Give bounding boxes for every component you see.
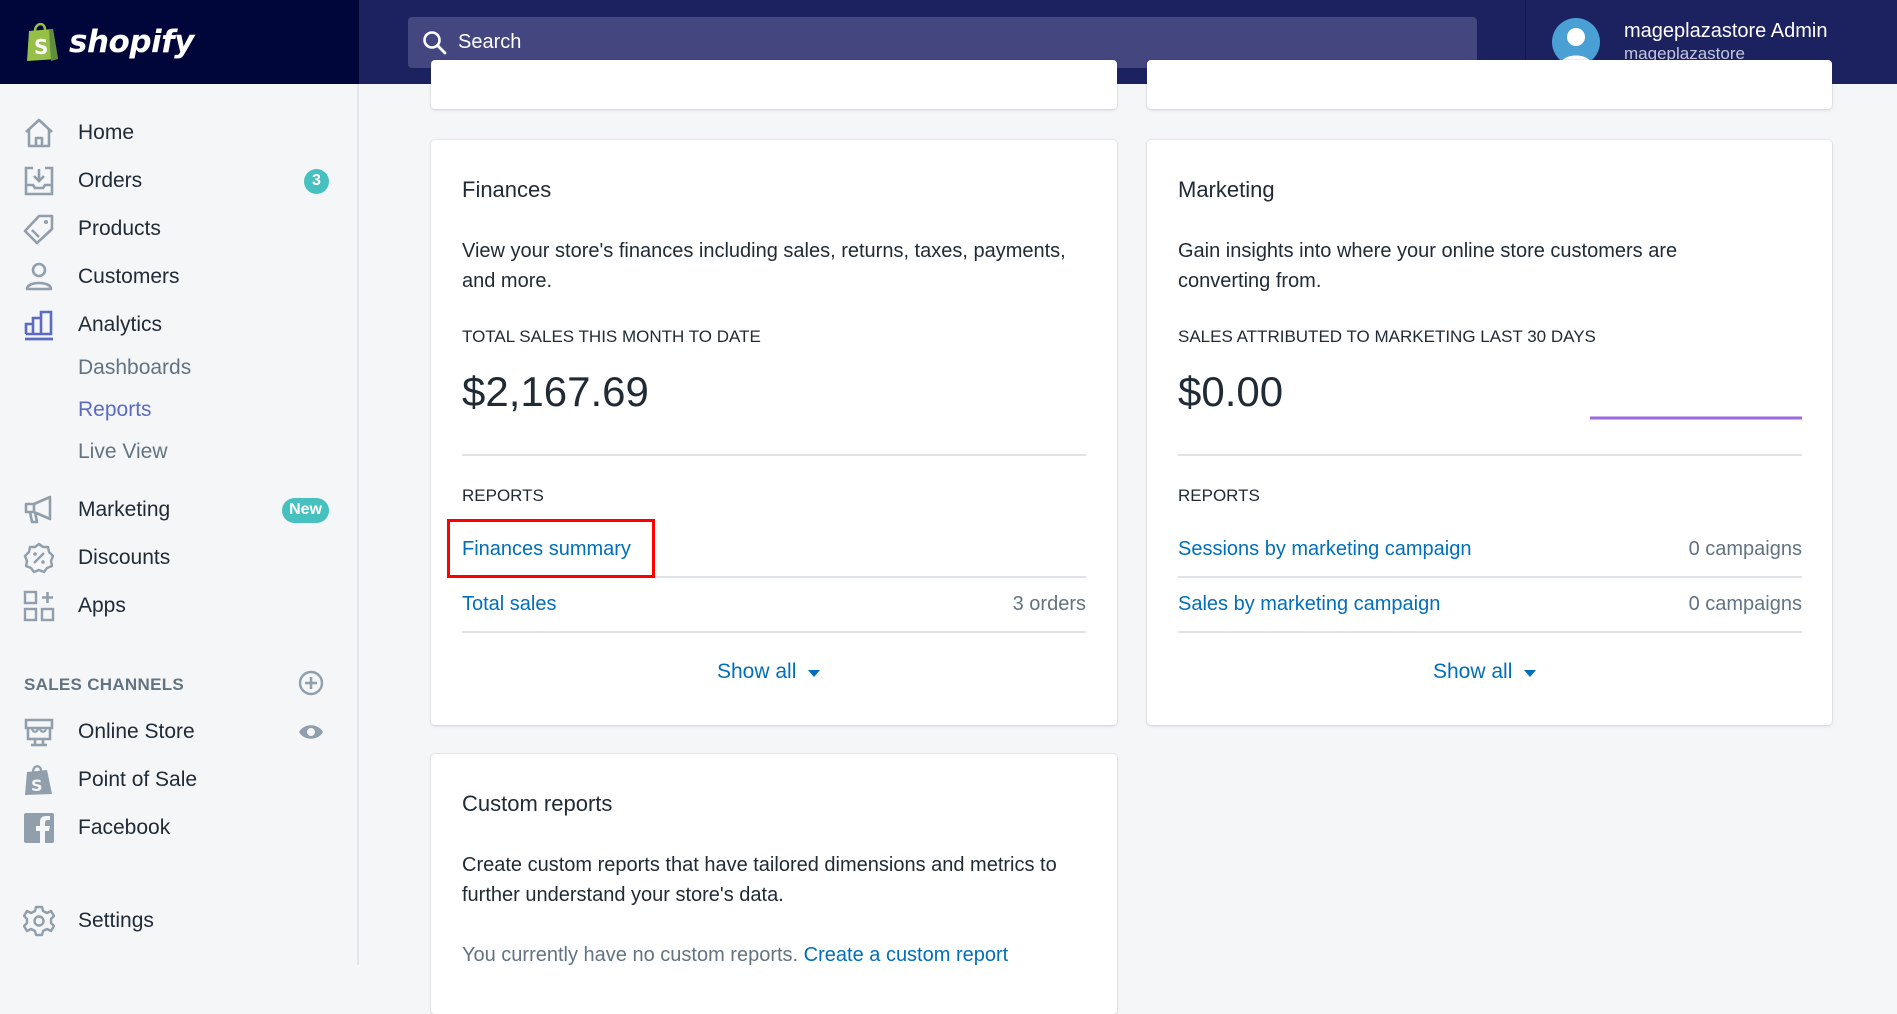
sales-channels-heading: SALES CHANNELS	[24, 675, 185, 694]
sidebar-item-label: Apps	[78, 594, 126, 617]
custom-reports-card: Custom reports Create custom reports tha…	[431, 754, 1117, 1014]
person-icon	[23, 261, 55, 293]
sidebar-item-label: Settings	[78, 909, 154, 932]
metric-value: $0.00	[1178, 368, 1284, 415]
finances-card: Finances View your store's finances incl…	[431, 140, 1117, 725]
sidebar-item-marketing[interactable]: Marketing New	[0, 488, 357, 532]
sidebar-subitem-label: Live View	[78, 440, 168, 463]
sidebar-subitem-label: Reports	[78, 398, 152, 421]
gear-icon	[23, 905, 55, 937]
card-description: Create custom reports that have tailored…	[462, 854, 1057, 906]
sidebar-item-analytics[interactable]: Analytics	[0, 303, 357, 347]
marketing-card: Marketing Gain insights into where your …	[1147, 140, 1832, 725]
empty-state-text: You currently have no custom reports. Cr…	[462, 940, 1102, 970]
sidebar: Home Orders 3 Products Customers Analyti…	[0, 84, 359, 965]
store-icon	[23, 716, 55, 748]
card-description: Gain insights into where your online sto…	[1178, 240, 1678, 292]
reports-heading: REPORTS	[462, 486, 544, 505]
card-title: Marketing	[1178, 177, 1275, 202]
sidebar-item-label: Point of Sale	[78, 768, 198, 791]
sidebar-subitem-live-view[interactable]: Live View	[0, 432, 357, 472]
sidebar-item-point-of-sale[interactable]: S Point of Sale	[0, 758, 357, 802]
divider	[462, 454, 1086, 456]
user-name: mageplazastore Admin	[1624, 20, 1828, 42]
show-all-button[interactable]: Show all	[717, 660, 821, 684]
empty-message: You currently have no custom reports.	[462, 944, 804, 966]
add-sales-channel-button[interactable]	[298, 670, 324, 696]
sidebar-item-settings[interactable]: Settings	[0, 899, 357, 943]
sidebar-item-orders[interactable]: Orders 3	[0, 159, 357, 203]
metric-value: $2,167.69	[462, 368, 649, 415]
show-all-button[interactable]: Show all	[1433, 660, 1537, 684]
apps-icon	[23, 590, 55, 622]
sidebar-item-label: Facebook	[78, 816, 171, 839]
sidebar-item-label: Customers	[78, 265, 180, 288]
logo-text: shopify	[69, 24, 194, 60]
discount-icon	[23, 542, 55, 574]
report-link-total-sales[interactable]: Total sales	[462, 593, 557, 616]
sidebar-item-home[interactable]: Home	[0, 111, 357, 155]
caret-down-icon	[1524, 670, 1537, 677]
sidebar-item-label: Home	[78, 121, 135, 144]
metric-label: SALES ATTRIBUTED TO MARKETING LAST 30 DA…	[1178, 327, 1596, 346]
sidebar-item-label: Analytics	[78, 313, 163, 336]
sidebar-item-products[interactable]: Products	[0, 207, 357, 251]
facebook-icon	[23, 812, 55, 844]
svg-text:S: S	[34, 35, 48, 59]
search-input[interactable]	[458, 31, 1358, 54]
caret-down-icon	[808, 670, 821, 677]
previous-card-right	[1147, 60, 1832, 109]
divider	[1178, 454, 1802, 456]
home-icon	[23, 117, 55, 149]
divider	[1178, 631, 1802, 633]
sidebar-item-apps[interactable]: Apps	[0, 584, 357, 628]
shopify-logo[interactable]: S shopify	[0, 0, 359, 84]
analytics-icon	[23, 309, 55, 341]
report-count: 0 campaigns	[1688, 538, 1802, 560]
tag-icon	[23, 213, 55, 245]
report-link-sessions-by-campaign[interactable]: Sessions by marketing campaign	[1178, 538, 1471, 561]
highlight-annotation	[447, 519, 655, 578]
previous-card-left	[431, 60, 1117, 109]
sidebar-subitem-label: Dashboards	[78, 356, 192, 379]
card-description: View your store's finances including sal…	[462, 240, 1066, 292]
sidebar-item-label: Online Store	[78, 720, 195, 743]
metric-label: TOTAL SALES THIS MONTH TO DATE	[462, 327, 761, 346]
user-silhouette-icon	[1560, 28, 1592, 66]
sidebar-item-customers[interactable]: Customers	[0, 255, 357, 299]
svg-text:S: S	[31, 776, 43, 795]
report-count: 3 orders	[1012, 593, 1086, 615]
sidebar-item-label: Orders	[78, 169, 143, 192]
new-badge: New	[282, 497, 329, 523]
sidebar-item-facebook[interactable]: Facebook	[0, 806, 357, 850]
sales-sparkline	[1590, 416, 1802, 420]
shopify-bag-icon: S	[27, 22, 58, 61]
create-custom-report-link[interactable]: Create a custom report	[804, 944, 1009, 966]
plus-circle-icon	[298, 670, 324, 696]
sidebar-item-label: Products	[78, 217, 161, 240]
sidebar-subitem-dashboards[interactable]: Dashboards	[0, 348, 357, 388]
divider	[1178, 576, 1802, 578]
show-all-label: Show all	[1433, 660, 1513, 683]
search-icon	[423, 30, 447, 54]
pos-bag-icon: S	[23, 764, 55, 796]
report-link-sales-by-campaign[interactable]: Sales by marketing campaign	[1178, 593, 1440, 616]
view-store-button[interactable]	[298, 719, 324, 745]
show-all-label: Show all	[717, 660, 797, 683]
avatar	[1552, 18, 1600, 66]
sidebar-item-label: Marketing	[78, 498, 171, 521]
sidebar-item-online-store[interactable]: Online Store	[0, 710, 357, 754]
sidebar-item-label: Discounts	[78, 546, 171, 569]
card-title: Finances	[462, 177, 552, 202]
card-title: Custom reports	[462, 791, 613, 816]
report-count: 0 campaigns	[1688, 593, 1802, 615]
orders-count-badge: 3	[304, 168, 329, 194]
divider	[462, 631, 1086, 633]
reports-heading: REPORTS	[1178, 486, 1260, 505]
sidebar-item-discounts[interactable]: Discounts	[0, 536, 357, 580]
orders-icon	[23, 165, 55, 197]
megaphone-icon	[23, 494, 55, 526]
sidebar-subitem-reports[interactable]: Reports	[0, 390, 357, 430]
eye-icon	[299, 725, 323, 739]
